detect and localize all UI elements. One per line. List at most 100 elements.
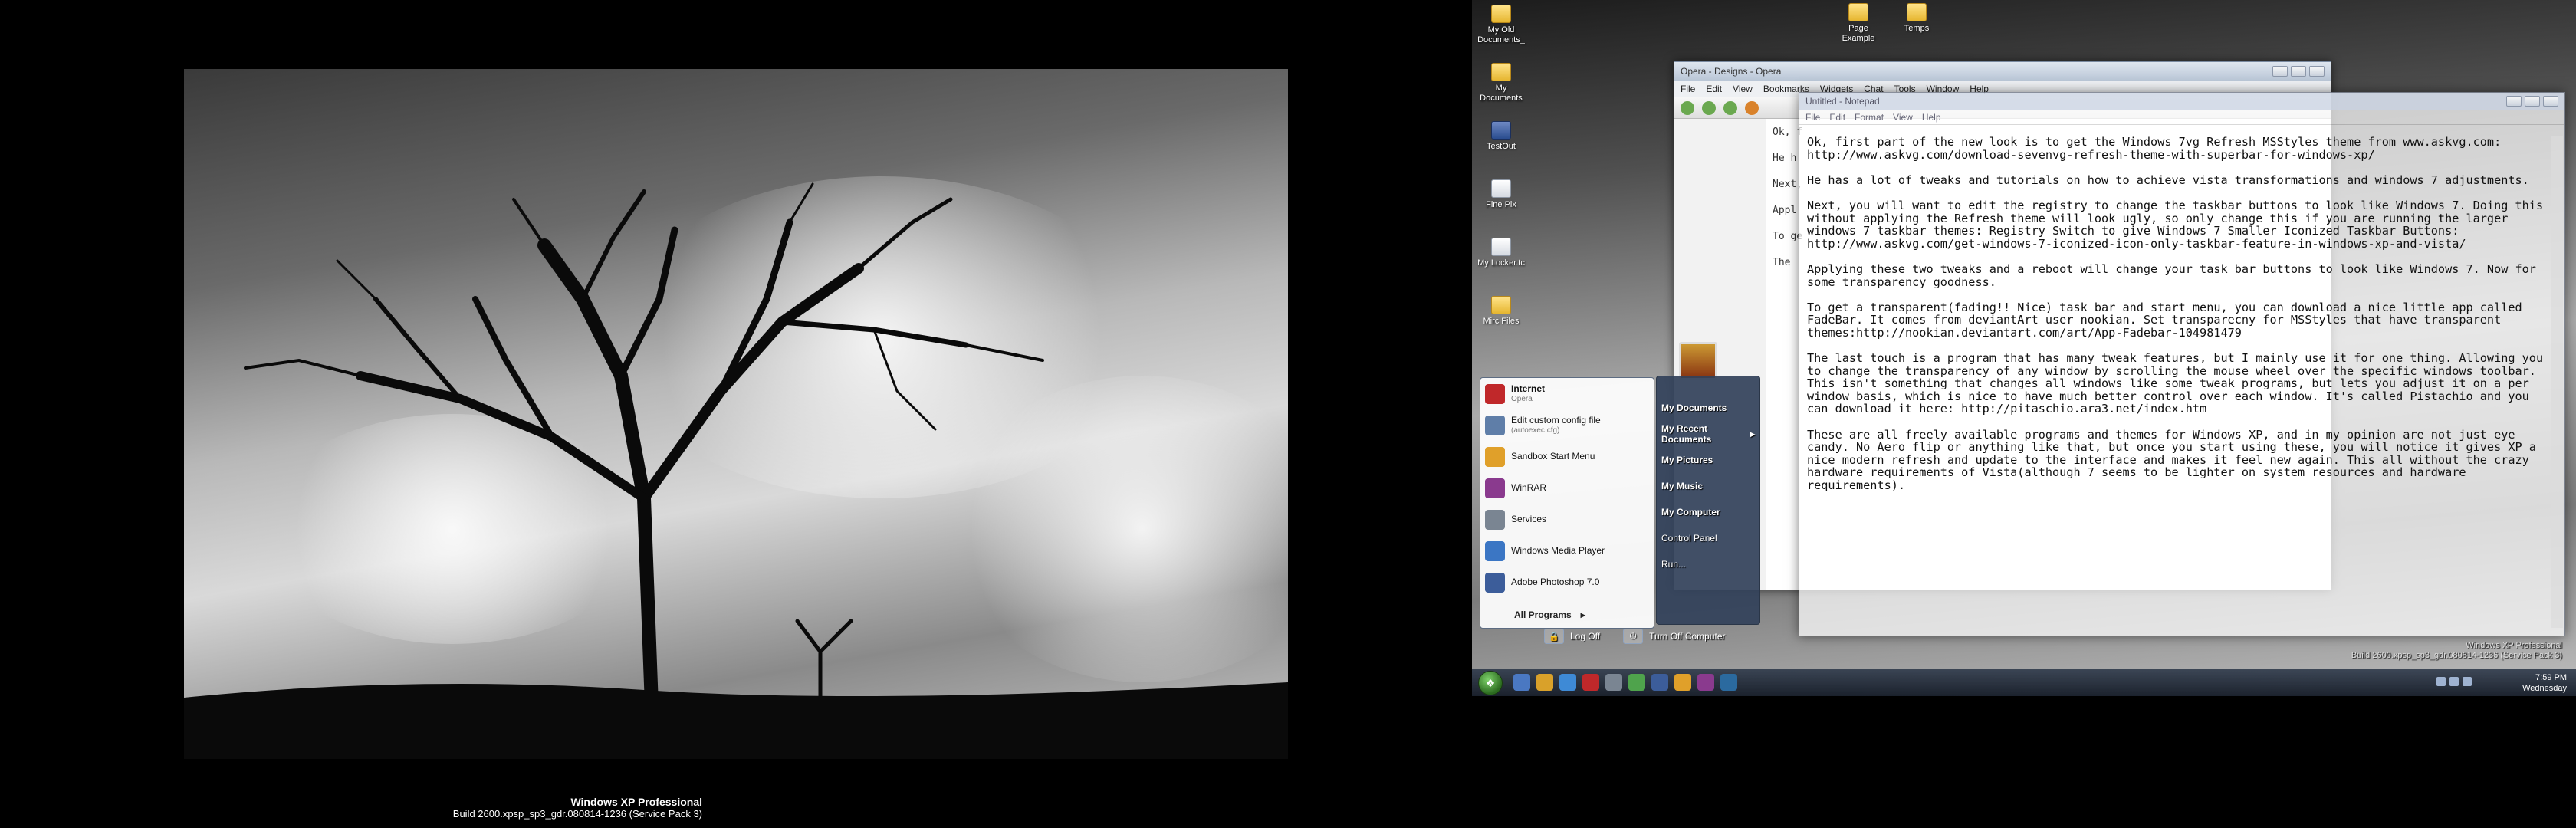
vertical-scrollbar[interactable]	[2551, 136, 2563, 628]
item-sublabel: (autoexec.cfg)	[1511, 426, 1560, 435]
item-label: Adobe Photoshop 7.0	[1511, 577, 1600, 587]
start-item-edit-config[interactable]: Edit custom config file (autoexec.cfg)	[1480, 409, 1654, 441]
explorer-icon[interactable]	[1536, 674, 1553, 691]
start-menu-places: My Documents My Recent Documents ▸ My Pic…	[1656, 376, 1760, 625]
start-item-winrar[interactable]: WinRAR	[1480, 472, 1654, 504]
start-button[interactable]: ❖	[1478, 671, 1503, 695]
maximize-button[interactable]	[2525, 96, 2540, 107]
notepad-window[interactable]: Untitled - Notepad File Edit Format View…	[1799, 92, 2565, 636]
lock-icon: 🔒	[1544, 629, 1564, 644]
folder-icon	[1491, 63, 1511, 81]
item-label: Windows Media Player	[1511, 545, 1605, 556]
desktop-icon-my-locker[interactable]: My Locker.tc	[1475, 238, 1527, 268]
close-button[interactable]	[2309, 66, 2325, 77]
os-title: Windows XP Professional	[2466, 641, 2562, 650]
minimize-button[interactable]	[2272, 66, 2288, 77]
winrar-icon	[1485, 478, 1505, 498]
start-item-photoshop[interactable]: Adobe Photoshop 7.0	[1480, 567, 1654, 598]
media-player-icon	[1485, 540, 1505, 561]
tree-wallpaper	[184, 69, 1288, 759]
menu-view[interactable]: View	[1893, 112, 1913, 123]
desktop-icon-label: Fine Pix	[1486, 200, 1516, 209]
user-avatar[interactable]	[1679, 342, 1717, 380]
desktop-icon-mirc-files[interactable]: Mirc Files	[1475, 296, 1527, 327]
opera-icon[interactable]	[1582, 674, 1599, 691]
start-item-internet[interactable]: Internet Opera	[1480, 378, 1654, 409]
item-sublabel: Opera	[1511, 394, 1533, 403]
desktop-icon-temps[interactable]: Temps	[1891, 3, 1943, 34]
forward-icon[interactable]	[1702, 101, 1716, 115]
menu-format[interactable]: Format	[1855, 112, 1884, 123]
item-label: Sandbox Start Menu	[1511, 451, 1595, 462]
start-place-my-music[interactable]: My Music	[1657, 473, 1760, 499]
system-tray: 7:59 PM Wednesday	[2430, 669, 2576, 697]
desktop-icon-my-documents[interactable]: My Documents	[1475, 63, 1527, 104]
place-label: Run...	[1661, 559, 1687, 570]
tray-icons	[2436, 677, 2472, 686]
desktop-icon-page-example[interactable]: Page Example	[1832, 3, 1884, 44]
app-icon[interactable]	[1628, 674, 1645, 691]
network-icon[interactable]	[2436, 677, 2446, 686]
menu-edit[interactable]: Edit	[1829, 112, 1845, 123]
menu-view[interactable]: View	[1733, 84, 1753, 94]
start-item-media-player[interactable]: Windows Media Player	[1480, 535, 1654, 567]
desktop-icon-testout[interactable]: TestOut	[1475, 121, 1527, 152]
notepad-text-area[interactable]: Ok, first part of the new look is to get…	[1807, 136, 2546, 628]
winrar-icon[interactable]	[1697, 674, 1714, 691]
all-programs-button[interactable]: All Programs ▸	[1487, 606, 1613, 623]
paragraph: He has a lot of tweaks and tutorials on …	[1807, 172, 2529, 187]
start-place-recent-documents[interactable]: My Recent Documents ▸	[1657, 421, 1760, 447]
place-label: My Pictures	[1661, 455, 1714, 465]
volume-icon[interactable]	[2450, 677, 2459, 686]
start-place-my-documents[interactable]: My Documents	[1657, 395, 1760, 421]
close-button[interactable]	[2543, 96, 2558, 107]
paragraph: The last touch is a program that has man…	[1807, 351, 2544, 416]
start-place-my-pictures[interactable]: My Pictures	[1657, 447, 1760, 473]
app-icon	[1491, 121, 1511, 140]
folder-icon	[1491, 5, 1511, 23]
desktop-icon-label: My Documents	[1480, 84, 1523, 103]
start-place-run[interactable]: Run...	[1657, 551, 1760, 577]
start-item-services[interactable]: Services	[1480, 504, 1654, 535]
folder-icon	[1491, 296, 1511, 314]
menu-file[interactable]: File	[1806, 112, 1820, 123]
reload-icon[interactable]	[1723, 101, 1737, 115]
document-icon	[1491, 238, 1511, 256]
notepad-titlebar[interactable]: Untitled - Notepad	[1799, 93, 2564, 110]
menu-edit[interactable]: Edit	[1706, 84, 1722, 94]
folder-icon	[1907, 3, 1927, 21]
sandbox-icon	[1485, 446, 1505, 467]
start-item-sandbox[interactable]: Sandbox Start Menu	[1480, 441, 1654, 472]
log-off-button[interactable]: 🔒 Log Off	[1544, 629, 1600, 644]
window-icon[interactable]	[1720, 674, 1737, 691]
folder-icon[interactable]	[1674, 674, 1691, 691]
start-place-my-computer[interactable]: My Computer	[1657, 499, 1760, 525]
tool-icon[interactable]	[1605, 674, 1622, 691]
all-programs-label: All Programs	[1514, 610, 1572, 620]
os-watermark: Windows XP Professional Build 2600.xpsp_…	[453, 796, 702, 820]
ie-icon[interactable]	[1559, 674, 1576, 691]
browser-titlebar[interactable]: Opera - Designs - Opera	[1674, 62, 2331, 80]
turn-off-button[interactable]: ⏻ Turn Off Computer	[1623, 629, 1726, 644]
show-desktop-icon[interactable]	[1513, 674, 1530, 691]
back-icon[interactable]	[1681, 101, 1694, 115]
desktop-icon-my-old-documents[interactable]: My Old Documents_	[1475, 5, 1527, 45]
minimize-button[interactable]	[2506, 96, 2522, 107]
item-label: Edit custom config file	[1511, 414, 1601, 426]
maximize-button[interactable]	[2291, 66, 2306, 77]
arrow-right-icon: ▸	[1580, 610, 1585, 620]
desktop-icon-label: My Locker.tc	[1477, 258, 1525, 268]
photoshop-icon[interactable]	[1651, 674, 1668, 691]
security-icon[interactable]	[2463, 677, 2472, 686]
item-label: Services	[1511, 514, 1547, 524]
taskbar: ❖ 7:59 PM Wednesday	[1472, 669, 2576, 696]
start-place-control-panel[interactable]: Control Panel	[1657, 525, 1760, 551]
menu-help[interactable]: Help	[1922, 112, 1941, 123]
menu-file[interactable]: File	[1681, 84, 1695, 94]
desktop-icon-fine-pix[interactable]: Fine Pix	[1475, 179, 1527, 210]
start-menu-programs: Internet Opera Edit custom config file (au…	[1480, 377, 1654, 629]
home-icon[interactable]	[1745, 101, 1759, 115]
start-menu: Internet Opera Edit custom config file (au…	[1474, 342, 1760, 659]
notepad-menubar: File Edit Format View Help	[1799, 110, 2564, 125]
clock-time[interactable]: 7:59 PM	[2535, 672, 2567, 683]
